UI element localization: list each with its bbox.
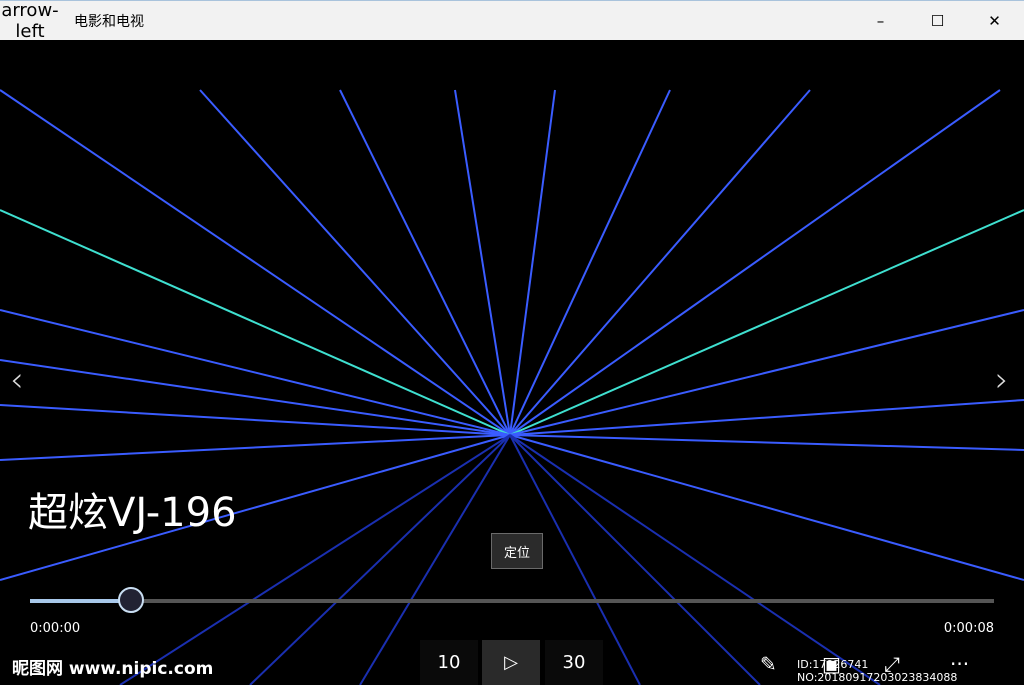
- laser-line: [509, 89, 556, 436]
- laser-line: [0, 404, 511, 436]
- play-button[interactable]: ▷: [482, 640, 540, 685]
- app-title: 电影和电视: [74, 13, 144, 30]
- laser-line: [0, 209, 511, 436]
- watermark-id: ID:17926741 NO:20180917203023834088: [797, 658, 958, 684]
- laser-line: [509, 399, 1024, 436]
- seek-progress: [30, 599, 132, 603]
- duration: 0:00:08: [943, 621, 994, 636]
- seek-bar[interactable]: [30, 587, 994, 613]
- rewind-icon: 10: [437, 652, 461, 673]
- laser-line: [509, 89, 1001, 436]
- play-icon: ▷: [504, 652, 518, 673]
- video-frame: [0, 89, 1024, 685]
- seek-tooltip: 定位: [491, 533, 543, 569]
- next-button[interactable]: ›: [995, 360, 1009, 400]
- current-time: 0:00:00: [30, 621, 81, 636]
- video-player[interactable]: ‹ › 超炫VJ-196 定位 0:00:00 0:00:08 10 ▷ 30 …: [0, 40, 1024, 685]
- forward-icon: 30: [562, 652, 586, 673]
- laser-line: [509, 434, 1024, 451]
- laser-line: [0, 309, 511, 436]
- laser-line: [509, 89, 811, 436]
- title-bar: arrow-left 电影和电视 – ☐ ✕: [0, 0, 1024, 42]
- previous-button[interactable]: ‹: [10, 360, 24, 400]
- watermark: 昵图网 www.nipic.com: [12, 659, 214, 679]
- laser-line: [339, 89, 511, 436]
- video-title: 超炫VJ-196: [28, 490, 237, 536]
- laser-line: [0, 359, 511, 436]
- laser-line: [0, 89, 511, 436]
- back-button[interactable]: arrow-left: [0, 0, 60, 42]
- laser-line: [509, 209, 1024, 436]
- rewind-10-button[interactable]: 10: [420, 640, 478, 685]
- laser-line: [509, 89, 671, 436]
- maximize-button[interactable]: ☐: [909, 1, 966, 41]
- pen-icon[interactable]: ✎: [760, 652, 777, 676]
- forward-30-button[interactable]: 30: [545, 640, 603, 685]
- laser-line: [509, 434, 1024, 581]
- close-button[interactable]: ✕: [966, 1, 1023, 41]
- laser-line: [509, 309, 1024, 436]
- minimize-button[interactable]: –: [852, 1, 909, 41]
